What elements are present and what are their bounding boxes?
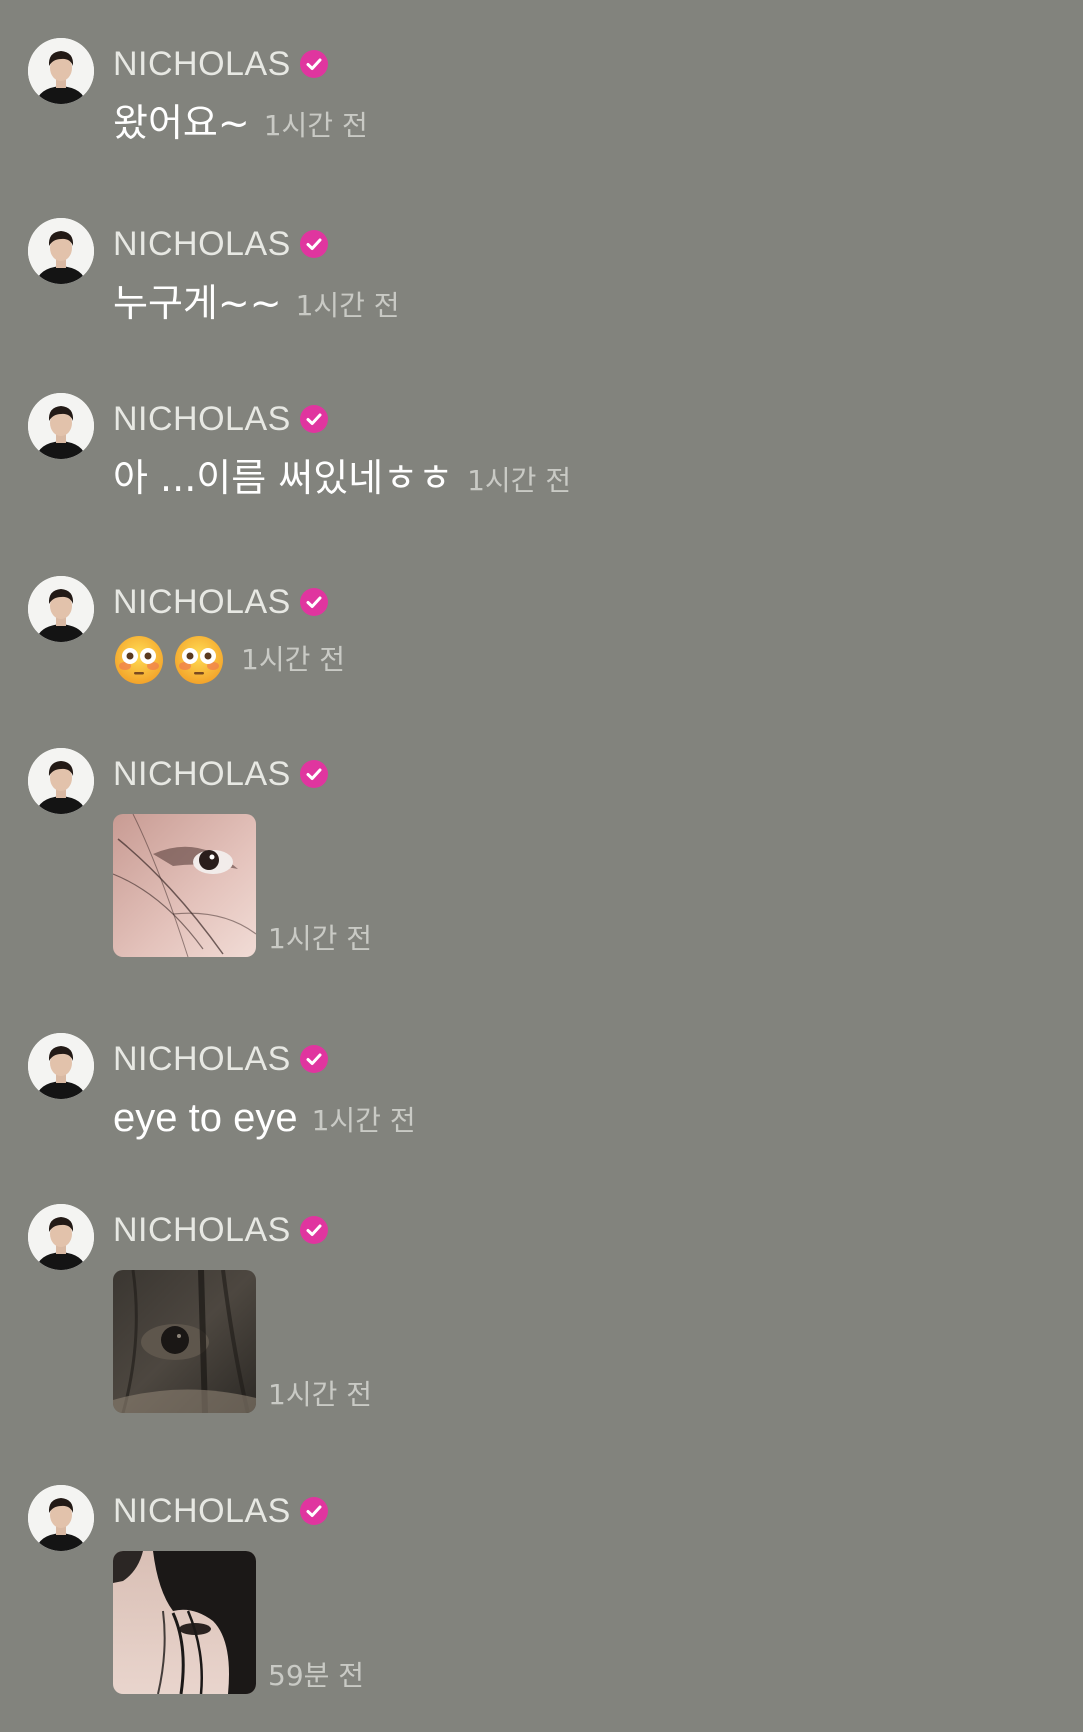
- message-time: 59분 전: [268, 1659, 365, 1692]
- dark-eye-photo[interactable]: [113, 1270, 256, 1413]
- flushed-face-icon: [173, 634, 225, 686]
- message-body: 59분 전: [113, 1551, 364, 1694]
- message-time: 1시간 전: [263, 109, 368, 142]
- avatar[interactable]: [28, 576, 94, 642]
- avatar[interactable]: [28, 393, 94, 459]
- avatar[interactable]: [28, 1485, 94, 1551]
- flushed-face-icon: [113, 634, 165, 686]
- verified-badge-icon: [299, 404, 329, 434]
- sender-name: NICHOLAS: [113, 1039, 291, 1078]
- message-time: 1시간 전: [295, 289, 400, 322]
- sender-row: NICHOLAS: [113, 1208, 329, 1252]
- message-text[interactable]: 아 ...이름 써있네ㅎㅎ: [113, 455, 453, 501]
- sender-name: NICHOLAS: [113, 1491, 291, 1530]
- eye-closeup-photo[interactable]: [113, 814, 256, 957]
- message-time: 1시간 전: [241, 643, 345, 676]
- message-time: 1시간 전: [268, 922, 372, 955]
- sender-row: NICHOLAS: [113, 222, 329, 266]
- message-time: 1시간 전: [311, 1104, 416, 1137]
- sender-row: NICHOLAS: [113, 1037, 329, 1081]
- sender-name: NICHOLAS: [113, 1210, 291, 1249]
- message-body: 아 ...이름 써있네ㅎㅎ 1시간 전: [113, 455, 571, 501]
- sender-name: NICHOLAS: [113, 754, 291, 793]
- hair-over-face-photo[interactable]: [113, 1551, 256, 1694]
- sender-name: NICHOLAS: [113, 44, 291, 83]
- message-body: 1시간 전: [113, 632, 345, 688]
- verified-badge-icon: [299, 759, 329, 789]
- message-time: 1시간 전: [467, 464, 572, 497]
- sender-row: NICHOLAS: [113, 752, 329, 796]
- message-body: 1시간 전: [113, 1270, 372, 1413]
- message-body: 누구게~~ 1시간 전: [113, 280, 400, 326]
- sender-name: NICHOLAS: [113, 399, 291, 438]
- verified-badge-icon: [299, 229, 329, 259]
- verified-badge-icon: [299, 1215, 329, 1245]
- avatar[interactable]: [28, 748, 94, 814]
- avatar[interactable]: [28, 1204, 94, 1270]
- message-body: eye to eye 1시간 전: [113, 1095, 416, 1141]
- sender-name: NICHOLAS: [113, 224, 291, 263]
- message-text[interactable]: 누구게~~: [113, 280, 282, 326]
- avatar[interactable]: [28, 38, 94, 104]
- sender-row: NICHOLAS: [113, 397, 329, 441]
- avatar[interactable]: [28, 218, 94, 284]
- emoji-group[interactable]: [113, 632, 233, 688]
- sender-name: NICHOLAS: [113, 582, 291, 621]
- sender-row: NICHOLAS: [113, 42, 329, 86]
- message-time: 1시간 전: [268, 1378, 372, 1411]
- verified-badge-icon: [299, 49, 329, 79]
- sender-row: NICHOLAS: [113, 1489, 329, 1533]
- message-body: 왔어요~ 1시간 전: [113, 100, 368, 146]
- verified-badge-icon: [299, 1496, 329, 1526]
- verified-badge-icon: [299, 1044, 329, 1074]
- message-text[interactable]: 왔어요~: [113, 100, 250, 146]
- message-body: 1시간 전: [113, 814, 372, 957]
- sender-row: NICHOLAS: [113, 580, 329, 624]
- verified-badge-icon: [299, 587, 329, 617]
- avatar[interactable]: [28, 1033, 94, 1099]
- message-text[interactable]: eye to eye: [113, 1095, 298, 1141]
